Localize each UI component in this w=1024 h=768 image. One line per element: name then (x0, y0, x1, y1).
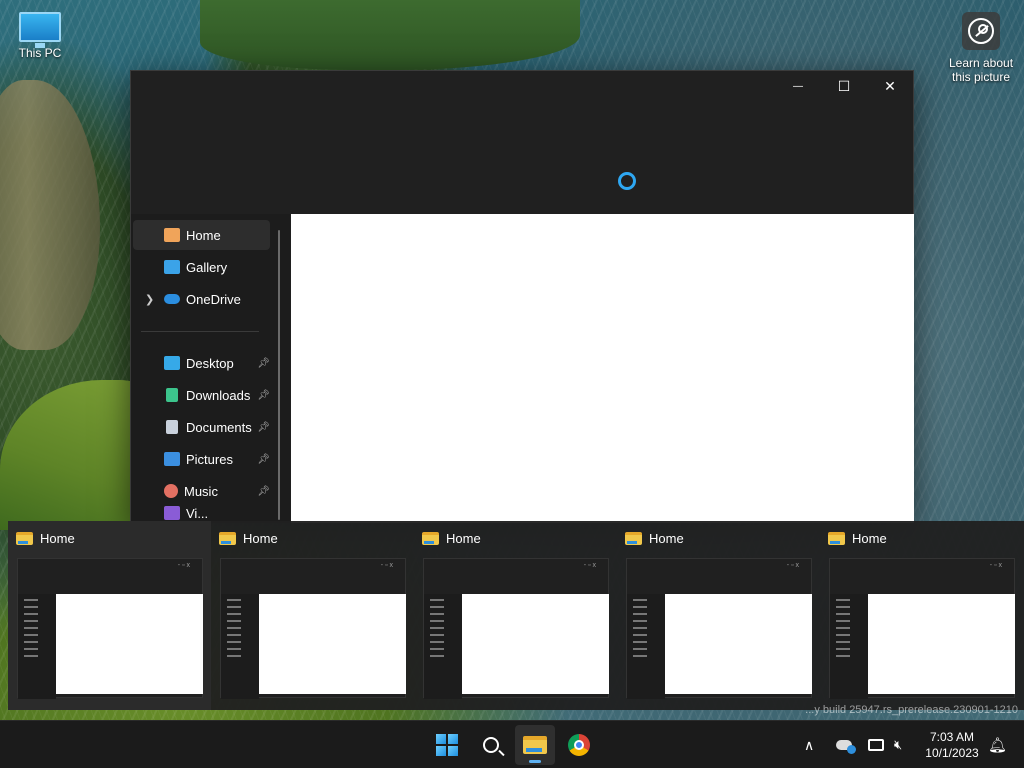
volume-muted-icon: 🔇︎ (894, 737, 903, 752)
file-explorer-icon (625, 532, 642, 545)
file-explorer-icon (523, 736, 547, 754)
thumbnail-title: Home (852, 531, 887, 546)
nav-scrollbar[interactable] (278, 230, 280, 520)
nav-item-music[interactable]: Music 📌︎ (133, 476, 270, 506)
pin-icon: 📌︎ (257, 421, 270, 433)
thumbnail-title: Home (40, 531, 75, 546)
windows-logo-icon (436, 734, 458, 756)
close-icon: ✕ (884, 77, 896, 94)
nav-divider (141, 331, 259, 332)
clock-date: 10/1/2023 (925, 746, 979, 760)
maximize-button[interactable]: ☐ (821, 71, 867, 101)
task-thumbnail[interactable]: Home - ▫ x (820, 521, 1023, 710)
thumbnail-preview: - ▫ x (17, 558, 203, 699)
start-button[interactable] (427, 725, 467, 765)
desktop-icon-label: Learn about this picture (948, 56, 1014, 84)
onedrive-status-icon (836, 740, 856, 754)
taskbar: ∧ 🔇︎ 7:03 AM 10/1/2023 🔔︎ (0, 720, 1024, 768)
nav-item-label: Desktop (186, 355, 234, 371)
nav-item-label: Gallery (186, 259, 228, 275)
music-icon (164, 484, 178, 498)
pin-icon: 📌︎ (257, 389, 270, 401)
thumbnail-preview: - ▫ x (423, 558, 609, 699)
documents-icon (166, 420, 178, 434)
clock-time: 7:03 AM (929, 730, 975, 744)
desktop-icon-this-pc[interactable]: This PC (12, 12, 68, 60)
volume-button[interactable]: 🔇︎ (894, 721, 902, 768)
camera-info-icon (962, 12, 1000, 50)
taskbar-chrome[interactable] (559, 725, 599, 765)
search-icon (483, 737, 499, 753)
minimize-icon: — (793, 80, 803, 92)
desktop-icon-learn-about-picture[interactable]: Learn about this picture (944, 12, 1018, 84)
task-thumbnail[interactable]: Home - ▫ x (414, 521, 617, 710)
window-header: — ☐ ✕ (131, 71, 913, 214)
desktop-icon-label: This PC (18, 46, 62, 60)
file-explorer-icon (828, 532, 845, 545)
nav-item-home[interactable]: Home (133, 220, 270, 250)
thumbnail-title: Home (446, 531, 481, 546)
maximize-icon: ☐ (837, 77, 851, 94)
task-switcher: Home - ▫ x Home - ▫ x Home - ▫ x Home - … (8, 521, 1024, 710)
close-button[interactable]: ✕ (867, 71, 913, 101)
thumbnail-title: Home (649, 531, 684, 546)
clock[interactable]: 7:03 AM 10/1/2023 (918, 729, 986, 761)
videos-icon (164, 506, 180, 520)
chevron-up-icon: ∧ (804, 736, 815, 753)
pin-icon: 📌︎ (257, 357, 270, 369)
wallpaper-cliff-top (200, 0, 580, 70)
nav-item-gallery[interactable]: Gallery (133, 252, 270, 282)
gallery-icon (164, 260, 180, 274)
nav-item-pictures[interactable]: Pictures 📌︎ (133, 444, 270, 474)
network-icon (868, 739, 884, 751)
bell-icon: 🔔︎ (988, 737, 1008, 754)
computer-icon (19, 12, 61, 48)
pin-icon: 📌︎ (257, 485, 270, 497)
search-button[interactable] (471, 725, 511, 765)
nav-item-label: Documents (186, 419, 252, 435)
network-button[interactable] (868, 721, 884, 768)
downloads-icon (166, 388, 178, 402)
file-explorer-icon (16, 532, 33, 545)
thumbnail-preview: - ▫ x (626, 558, 812, 699)
pictures-icon (164, 452, 180, 466)
caption-buttons: — ☐ ✕ (775, 71, 913, 101)
build-watermark: ...y build 25947.rs_prerelease.230901-12… (805, 704, 1018, 716)
thumbnail-preview: - ▫ x (829, 558, 1015, 699)
minimize-button[interactable]: — (775, 71, 821, 101)
nav-item-label: Vi... (186, 506, 209, 521)
task-thumbnail[interactable]: Home - ▫ x (617, 521, 820, 710)
nav-item-label: OneDrive (186, 291, 241, 307)
nav-item-label: Downloads (186, 387, 251, 403)
chrome-icon (568, 734, 590, 756)
nav-item-downloads[interactable]: Downloads 📌︎ (133, 380, 270, 410)
wallpaper-cliff (0, 80, 100, 350)
navigation-pane: Home Gallery ❯ OneDrive Desktop 📌︎ Downl… (131, 214, 290, 523)
file-explorer-icon (422, 532, 439, 545)
nav-item-desktop[interactable]: Desktop 📌︎ (133, 348, 270, 378)
nav-item-label: Music (184, 483, 218, 499)
task-thumbnail[interactable]: Home - ▫ x (211, 521, 414, 710)
thumbnail-title: Home (243, 531, 278, 546)
pin-icon: 📌︎ (257, 453, 270, 465)
chevron-right-icon[interactable]: ❯ (145, 293, 154, 306)
nav-item-label: Pictures (186, 451, 233, 467)
file-explorer-icon (219, 532, 236, 545)
thumbnail-preview: - ▫ x (220, 558, 406, 699)
notifications-button[interactable]: 🔔︎ (988, 721, 1007, 768)
onedrive-tray-button[interactable] (836, 721, 856, 768)
desktop-icon (164, 356, 180, 370)
file-explorer-window: — ☐ ✕ Home Gallery ❯ OneDrive Desktop 📌︎… (130, 70, 914, 523)
nav-item-documents[interactable]: Documents 📌︎ (133, 412, 270, 442)
nav-item-onedrive[interactable]: ❯ OneDrive (133, 284, 270, 314)
loading-spinner-icon (618, 172, 636, 190)
taskbar-file-explorer[interactable] (515, 725, 555, 765)
home-icon (164, 228, 180, 242)
onedrive-icon (164, 294, 180, 304)
nav-item-label: Home (186, 227, 221, 243)
show-hidden-icons-button[interactable]: ∧ (804, 721, 814, 768)
task-thumbnail[interactable]: Home - ▫ x (8, 521, 211, 710)
content-pane[interactable] (291, 214, 914, 523)
